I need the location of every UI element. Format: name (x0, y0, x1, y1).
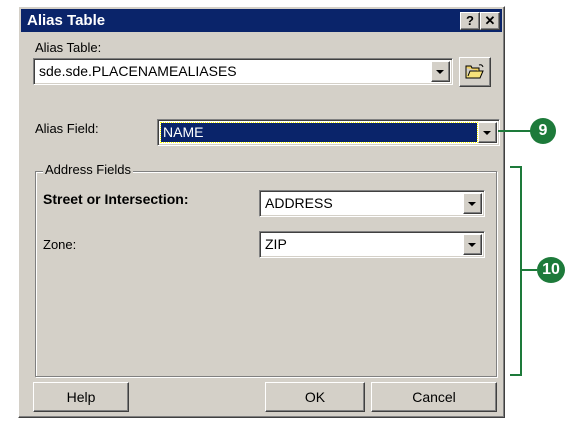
address-fields-legend: Address Fields (43, 162, 133, 177)
cancel-button[interactable]: Cancel (371, 382, 497, 412)
dialog-title: Alias Table (27, 12, 106, 29)
close-button[interactable]: ✕ (480, 12, 500, 30)
callout-badge-9: 9 (530, 118, 556, 144)
zone-select[interactable]: ZIP (259, 231, 485, 258)
chevron-down-icon (468, 202, 476, 206)
alias-field-selection-highlight (160, 122, 478, 143)
street-dropdown-button[interactable] (463, 193, 482, 214)
ok-button[interactable]: OK (265, 382, 365, 412)
street-label: Street or Intersection: (43, 191, 189, 207)
street-value: ADDRESS (265, 195, 333, 211)
title-bar[interactable]: Alias Table ? ✕ (21, 9, 502, 32)
browse-button[interactable] (459, 57, 491, 87)
chevron-down-icon (468, 243, 476, 247)
alias-field-value: NAME (163, 124, 204, 140)
alias-table-dropdown-button[interactable] (431, 61, 450, 82)
alias-field-select[interactable]: NAME (157, 119, 500, 146)
callout-line-10 (521, 269, 537, 271)
callout-bracket-10 (510, 166, 522, 376)
callout-badge-10: 10 (537, 257, 565, 283)
chevron-down-icon (483, 131, 491, 135)
alias-field-label: Alias Field: (35, 121, 99, 136)
open-folder-icon (465, 64, 484, 79)
zone-dropdown-button[interactable] (463, 234, 482, 255)
alias-field-dropdown-button[interactable] (478, 122, 497, 143)
help-button[interactable]: Help (33, 382, 129, 412)
alias-table-dialog: Alias Table ? ✕ Alias Table: sde.sde.PLA… (18, 6, 505, 418)
zone-value: ZIP (265, 236, 287, 252)
alias-table-label: Alias Table: (35, 40, 102, 55)
alias-table-value: sde.sde.PLACENAMEALIASES (39, 63, 237, 79)
zone-label: Zone: (43, 237, 77, 252)
street-select[interactable]: ADDRESS (259, 190, 485, 217)
help-title-button[interactable]: ? (460, 12, 480, 30)
alias-table-select[interactable]: sde.sde.PLACENAMEALIASES (33, 58, 453, 85)
chevron-down-icon (436, 70, 444, 74)
